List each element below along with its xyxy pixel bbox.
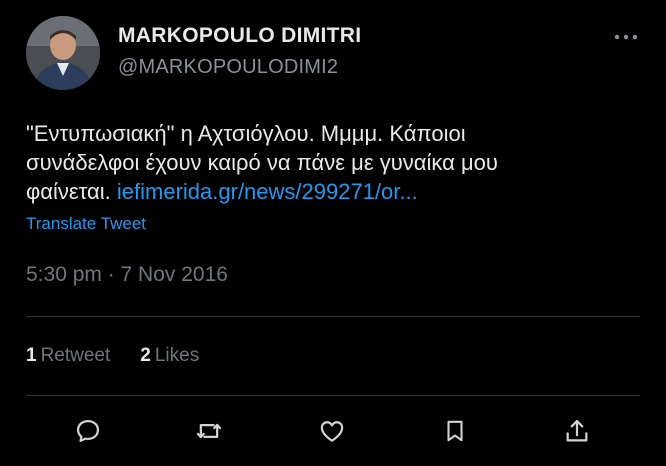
user-handle[interactable]: @MARKOPOULODIMI2 [118, 56, 338, 79]
display-name[interactable]: MARKOPOULO DIMITRI [118, 24, 361, 48]
retweets-label: Retweet [40, 345, 111, 366]
tweet-card: MARKOPOULO DIMITRI @MARKOPOULODIMI2 "Εντ… [0, 0, 666, 466]
translate-tweet-link[interactable]: Translate Tweet [26, 214, 146, 234]
tweet-text-line: φαίνεται. iefimerida.gr/news/299271/or..… [26, 177, 636, 206]
retweet-icon [196, 423, 222, 439]
reply-icon [76, 419, 100, 443]
likes-count: 2 [140, 345, 151, 366]
tweet-text-line: συνάδελφοι έχουν καιρό να πάνε με γυναίκ… [26, 150, 498, 175]
more-horizontal-icon [614, 34, 638, 40]
tweet-text-fragment: φαίνεται. [26, 179, 111, 204]
divider [26, 316, 640, 317]
tweet-timestamp[interactable]: 5:30 pm · 7 Nov 2016 [26, 263, 228, 287]
bookmark-icon [447, 420, 463, 442]
tweet-text: "Εντυπωσιακή" η Αχτσιόγλου. Μμμμ. Κάποιο… [26, 119, 636, 206]
tweet-link[interactable]: iefimerida.gr/news/299271/or... [117, 179, 418, 204]
retweet-button[interactable] [191, 413, 227, 449]
avatar[interactable] [26, 16, 100, 90]
share-icon [566, 419, 588, 442]
share-button[interactable] [559, 413, 595, 449]
bookmark-button[interactable] [437, 413, 473, 449]
tweet-text-line: "Εντυπωσιακή" η Αχτσιόγλου. Μμμμ. Κάποιο… [26, 121, 466, 146]
more-options-button[interactable] [606, 22, 646, 52]
retweets-stat[interactable]: 1 Retweet [26, 345, 110, 367]
engagement-stats: 1 Retweet 2 Likes [26, 345, 199, 367]
likes-stat[interactable]: 2 Likes [140, 345, 199, 367]
action-bar [0, 413, 666, 453]
divider [26, 395, 640, 396]
avatar-image [26, 16, 100, 90]
heart-icon [320, 421, 344, 442]
likes-label: Likes [154, 345, 200, 366]
reply-button[interactable] [70, 413, 106, 449]
like-button[interactable] [314, 413, 350, 449]
retweets-count: 1 [26, 345, 37, 366]
